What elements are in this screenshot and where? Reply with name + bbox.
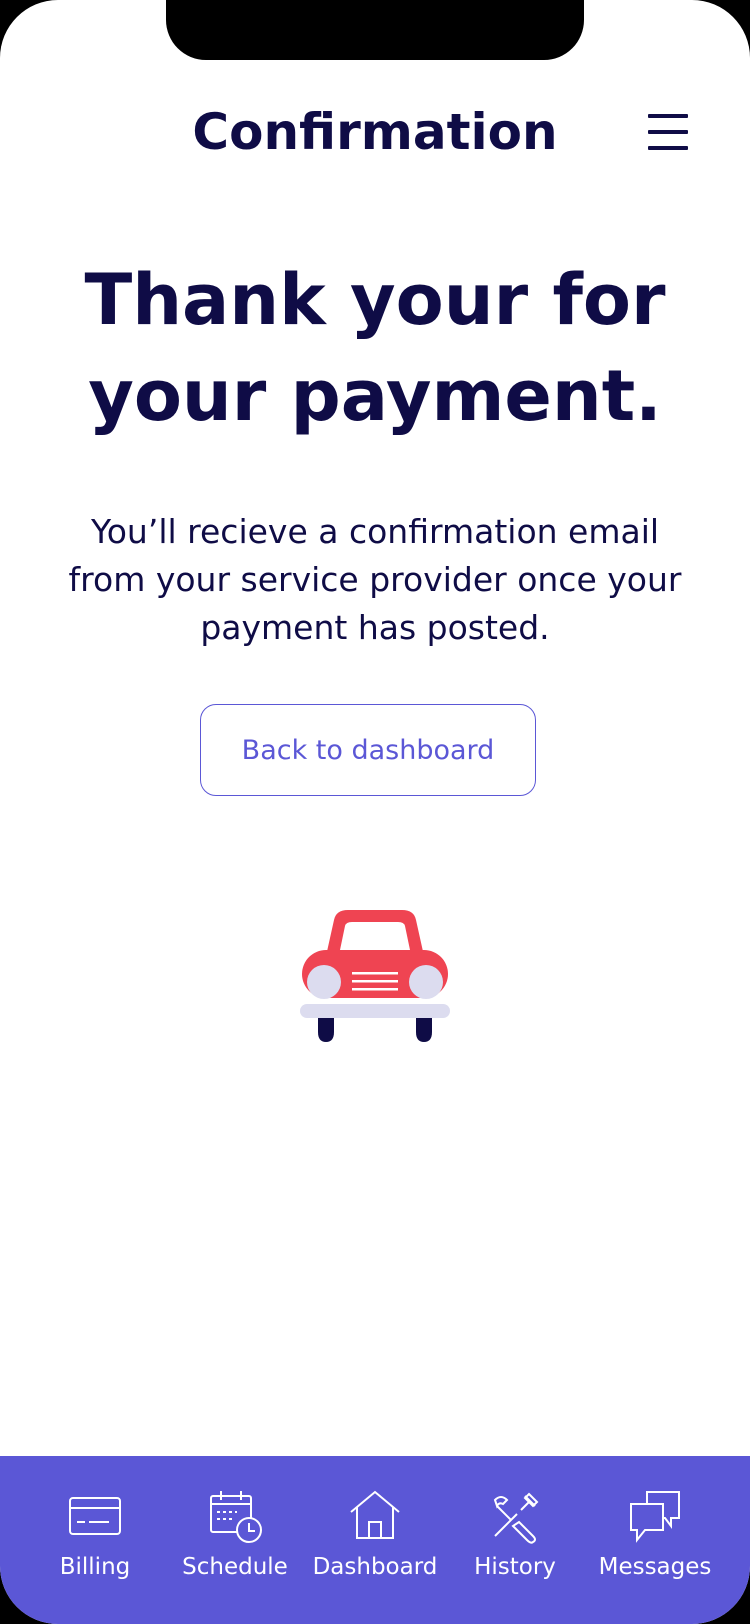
chat-bubbles-icon: [630, 1491, 680, 1543]
tab-history[interactable]: History: [450, 1456, 580, 1624]
tab-schedule[interactable]: Schedule: [170, 1456, 300, 1624]
tab-billing[interactable]: Billing: [30, 1456, 160, 1624]
tab-label: Billing: [59, 1554, 131, 1580]
tab-label: History: [474, 1554, 556, 1580]
thank-you-headline: Thank your for your payment.: [84, 259, 666, 437]
calendar-clock-icon: [210, 1491, 262, 1543]
tools-icon: [493, 1492, 539, 1544]
hamburger-menu-icon[interactable]: [640, 112, 690, 152]
device-notch: [166, 0, 584, 60]
credit-card-icon: [69, 1497, 121, 1535]
back-to-dashboard-button[interactable]: Back to dashboard: [200, 704, 536, 796]
tab-label: Messages: [598, 1554, 712, 1580]
car-icon: [300, 910, 450, 1042]
phone-screen: Confirmation Thank your for your payment…: [0, 0, 750, 1624]
bottom-tab-bar: Billing Schedule Dashboard History Messa…: [0, 1456, 750, 1624]
tab-dashboard[interactable]: Dashboard: [310, 1456, 440, 1624]
page-title: Confirmation: [192, 103, 558, 161]
confirmation-message: You’ll recieve a confirmation email from…: [68, 512, 682, 647]
tab-label: Dashboard: [312, 1554, 438, 1580]
tab-label: Schedule: [182, 1554, 288, 1580]
tab-messages[interactable]: Messages: [590, 1456, 720, 1624]
home-icon: [350, 1490, 400, 1539]
